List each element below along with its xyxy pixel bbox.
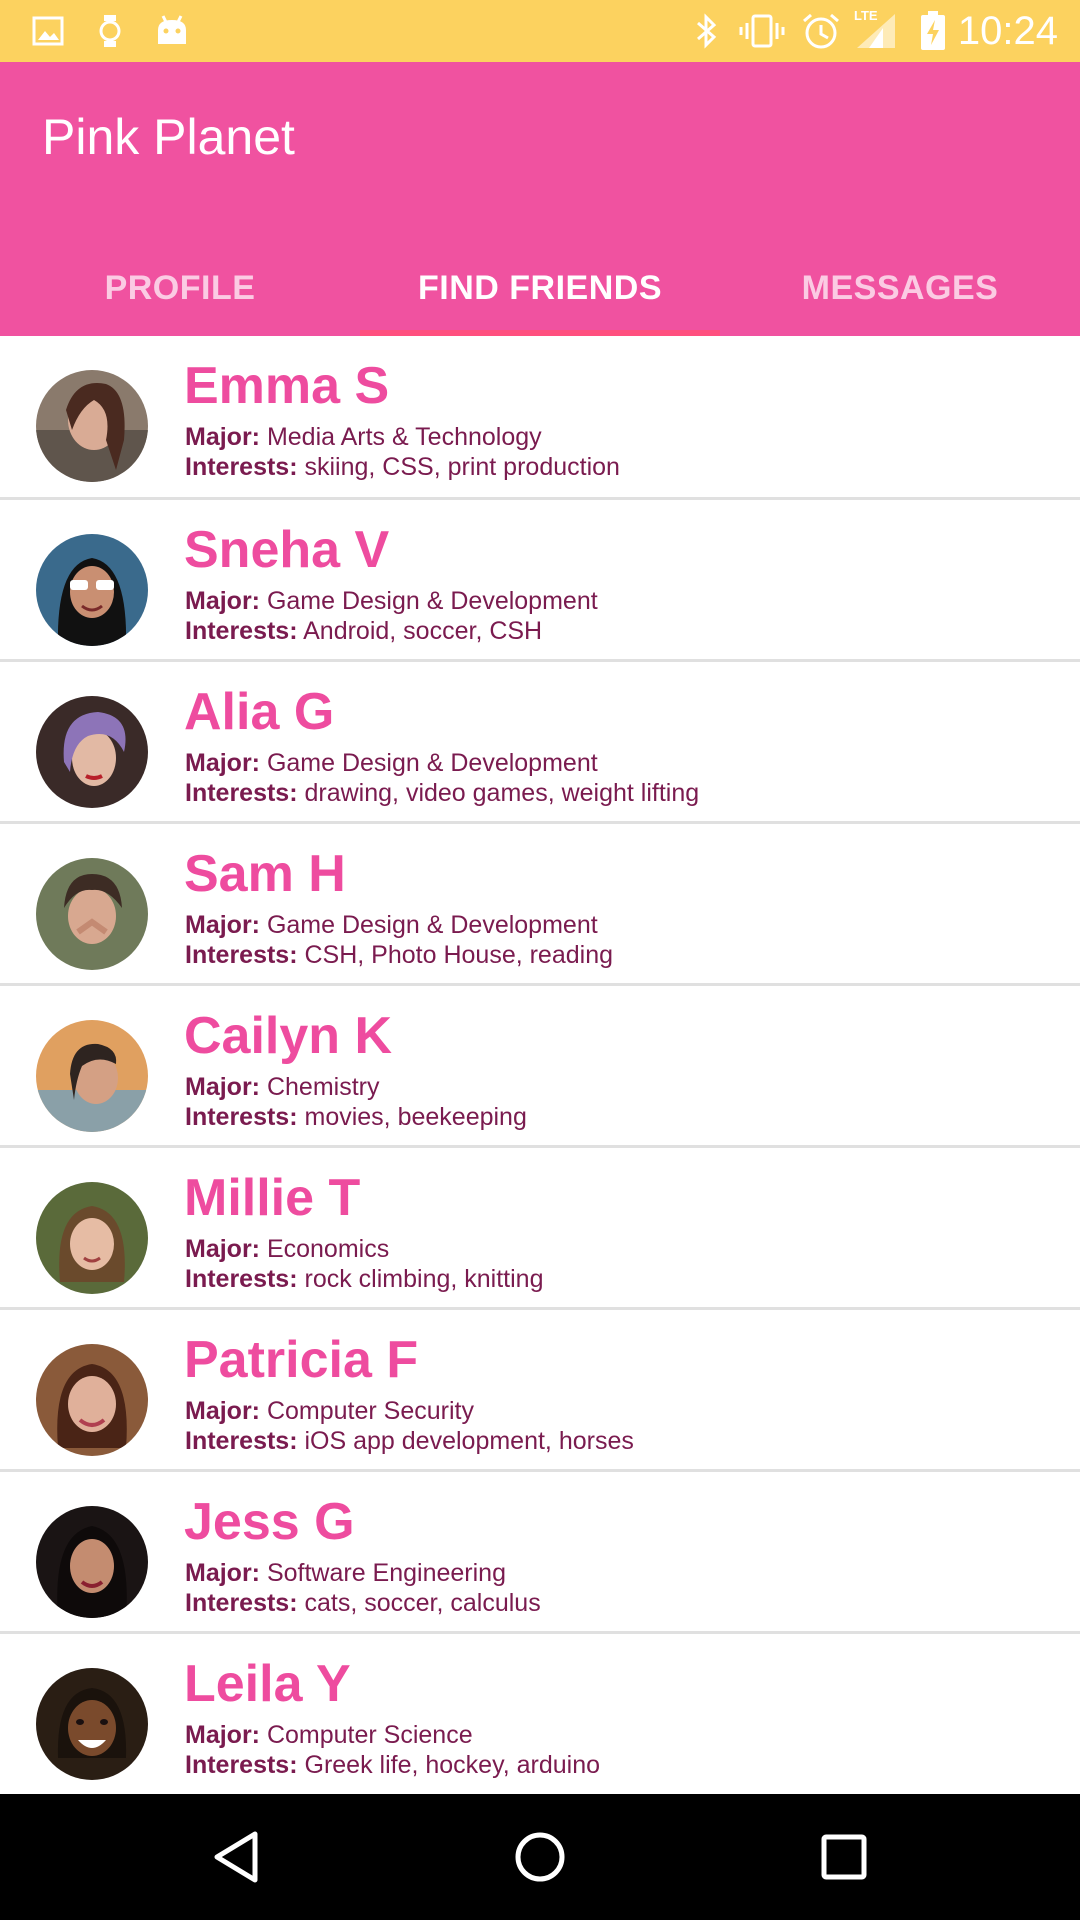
android-icon xyxy=(154,10,190,52)
friend-name: Jess G xyxy=(184,1493,355,1551)
battery-charging-icon xyxy=(918,10,948,52)
friend-interests: Interests: movies, beekeeping xyxy=(185,1103,527,1131)
friend-major: Major: Media Arts & Technology xyxy=(185,423,542,451)
friends-list[interactable]: Emma S Major: Media Arts & Technology In… xyxy=(0,336,1080,1794)
avatar xyxy=(36,858,148,970)
friend-interests: Interests: rock climbing, knitting xyxy=(185,1265,544,1293)
alarm-icon xyxy=(800,10,842,52)
friend-row-sneha[interactable]: Sneha V Major: Game Design & Development… xyxy=(0,500,1080,662)
friend-interests: Interests: skiing, CSS, print production xyxy=(185,453,620,481)
friend-major: Major: Economics xyxy=(185,1235,390,1263)
friend-row-alia[interactable]: Alia G Major: Game Design & Development … xyxy=(0,662,1080,824)
friend-row-sam[interactable]: Sam H Major: Game Design & Development I… xyxy=(0,824,1080,986)
friend-major: Major: Game Design & Development xyxy=(185,749,598,777)
friend-name: Sam H xyxy=(184,845,346,903)
friend-row-jess[interactable]: Jess G Major: Software Engineering Inter… xyxy=(0,1472,1080,1634)
friend-major: Major: Computer Science xyxy=(185,1721,473,1749)
tab-bar: PROFILE FIND FRIENDS MESSAGES xyxy=(0,240,1080,336)
friend-name: Leila Y xyxy=(184,1655,351,1713)
tab-profile[interactable]: PROFILE xyxy=(0,240,360,336)
friend-name: Patricia F xyxy=(184,1331,419,1389)
avatar xyxy=(36,1020,148,1132)
avatar xyxy=(36,534,148,646)
friend-row-leila[interactable]: Leila Y Major: Computer Science Interest… xyxy=(0,1634,1080,1794)
image-icon xyxy=(30,10,66,52)
friend-major: Major: Computer Security xyxy=(185,1397,474,1425)
lte-signal-icon: LTE xyxy=(852,8,898,52)
network-label: LTE xyxy=(854,8,878,23)
navigation-bar xyxy=(0,1794,1080,1920)
friend-interests: Interests: drawing, video games, weight … xyxy=(185,779,700,807)
friend-name: Alia G xyxy=(184,683,335,741)
tab-messages[interactable]: MESSAGES xyxy=(720,240,1080,336)
recents-icon[interactable] xyxy=(809,1822,879,1892)
vibrate-icon xyxy=(738,10,786,52)
avatar xyxy=(36,1182,148,1294)
friend-name: Sneha V xyxy=(184,521,390,579)
avatar xyxy=(36,370,148,482)
avatar xyxy=(36,1668,148,1780)
friend-major: Major: Game Design & Development xyxy=(185,911,598,939)
tab-find-friends[interactable]: FIND FRIENDS xyxy=(360,240,720,336)
friend-row-patricia[interactable]: Patricia F Major: Computer Security Inte… xyxy=(0,1310,1080,1472)
friend-interests: Interests: iOS app development, horses xyxy=(185,1427,634,1455)
friend-major: Major: Software Engineering xyxy=(185,1559,506,1587)
friend-row-millie[interactable]: Millie T Major: Economics Interests: roc… xyxy=(0,1148,1080,1310)
friend-interests: Interests: Android, soccer, CSH xyxy=(185,617,543,645)
app-title: Pink Planet xyxy=(42,109,295,165)
friend-interests: Interests: Greek life, hockey, arduino xyxy=(185,1751,601,1779)
watch-icon xyxy=(96,10,124,52)
friend-name: Cailyn K xyxy=(184,1007,393,1065)
friend-major: Major: Chemistry xyxy=(185,1073,380,1101)
status-time: 10:24 xyxy=(957,9,1058,53)
avatar xyxy=(36,1506,148,1618)
friend-interests: Interests: CSH, Photo House, reading xyxy=(185,941,614,969)
back-icon[interactable] xyxy=(201,1822,271,1892)
avatar xyxy=(36,696,148,808)
avatar xyxy=(36,1344,148,1456)
friend-row-cailyn[interactable]: Cailyn K Major: Chemistry Interests: mov… xyxy=(0,986,1080,1148)
app-bar: Pink Planet PROFILE FIND FRIENDS MESSAGE… xyxy=(0,62,1080,336)
status-bar: LTE 10:24 xyxy=(0,0,1080,62)
friend-major: Major: Game Design & Development xyxy=(185,587,598,615)
friend-interests: Interests: cats, soccer, calculus xyxy=(185,1589,541,1617)
friend-name: Emma S xyxy=(184,357,390,415)
home-icon[interactable] xyxy=(505,1822,575,1892)
bluetooth-icon xyxy=(692,10,720,52)
friend-name: Millie T xyxy=(184,1169,361,1227)
friend-row-emma[interactable]: Emma S Major: Media Arts & Technology In… xyxy=(0,336,1080,500)
